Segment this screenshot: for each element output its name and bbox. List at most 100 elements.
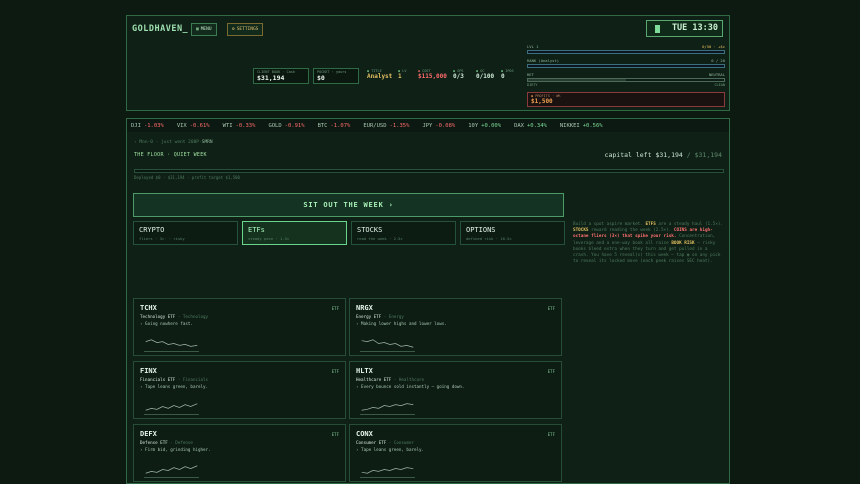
gps-stat: ◆ GPS 0/3 — [453, 69, 464, 80]
cost-value: $115,000 — [418, 73, 447, 80]
ticker-change: +0.00% — [481, 123, 502, 129]
tab-crypto[interactable]: CRYPTO fliers · 3×· · risky — [133, 221, 238, 245]
ipo-value: 0 — [501, 73, 505, 80]
ticker-item: BTC -1.07% — [318, 123, 351, 129]
sparkline — [360, 403, 415, 415]
card-description: › Making lower highs and lower lows. — [356, 321, 447, 326]
reputation-low-label: DIRTY — [527, 83, 538, 87]
tab-options[interactable]: OPTIONS defined risk · 10.5× — [460, 221, 565, 245]
profit-panel: ◆ PROFITS · WK $1,500 — [527, 92, 725, 107]
card-description: › Tape leans green, barely. — [140, 384, 209, 389]
card-name: Energy ETF · Energy — [356, 314, 404, 319]
market-ticker: DJI -1.03% VIX -0.61% WTI -0.33% GOLD -0.91% BTC… — [126, 118, 730, 132]
title-stat: ◆ TITLE Analyst — [367, 69, 392, 80]
card-ticker: DEFX — [140, 430, 157, 438]
asset-card-hltx[interactable]: HLTX ETF Healthcare ETF · Healthcare › E… — [349, 361, 562, 419]
menu-button[interactable]: ▦ MENU — [191, 23, 217, 36]
tab-title: STOCKS — [357, 226, 383, 234]
reputation-meter-label: RET — [527, 72, 534, 77]
pocket-stat: POCKET · yours $0 — [313, 68, 359, 84]
deployed-summary: Deployed $0 · $31,194 · profit target $1… — [134, 175, 240, 180]
page-title: THE FLOOR · QUIET WEEK — [134, 152, 207, 158]
card-ticker: TCHX — [140, 304, 157, 312]
ticker-symbol: 10Y — [468, 123, 479, 129]
clock-icon — [655, 25, 660, 33]
ticker-symbol: EUR/USD — [363, 123, 387, 129]
asset-card-conx[interactable]: CONX ETF Consumer ETF · Consumer › Tape … — [349, 424, 562, 482]
card-description: › Firm bid, grinding higher. — [140, 447, 211, 452]
card-name: Healthcare ETF · Healthcare — [356, 377, 425, 382]
level-meter-value: 0/50 · +$c — [702, 44, 725, 49]
level-stat: ◆ LV 1 — [398, 69, 406, 80]
ticker-change: +0.34% — [527, 123, 547, 129]
sit-out-button[interactable]: SIT OUT THE WEEK › — [133, 193, 564, 217]
ticker-symbol: NIKKEI — [559, 123, 580, 129]
cash-stat: CLIENT BOOK · Cash $31,194 — [253, 68, 309, 84]
card-kind: ETF — [547, 369, 555, 374]
level-meter: LVL 1 0/50 · +$c — [527, 44, 725, 54]
card-name: Financials ETF · Financials — [140, 377, 209, 382]
tab-title: OPTIONS — [466, 226, 496, 234]
rank-meter-value: 0 / 20 — [711, 58, 725, 63]
card-name: Defense ETF · Defense — [140, 440, 193, 445]
capital-label: capital left — [604, 151, 652, 159]
asset-card-nrgx[interactable]: NRGX ETF Energy ETF · Energy › Making lo… — [349, 298, 562, 356]
gps-value: 0/3 — [453, 73, 464, 80]
asset-card-defx[interactable]: DEFX ETF Defense ETF · Defense › Firm bi… — [133, 424, 346, 482]
reputation-meter: RET NEUTRAL DIRTY CLEAN — [527, 72, 725, 87]
ticker-symbol: WTI — [222, 123, 233, 129]
card-name: Technology ETF · Technology — [140, 314, 209, 319]
ticker-item: WTI -0.33% — [223, 123, 256, 129]
profit-value: $1,500 — [531, 98, 553, 105]
card-ticker: FINX — [140, 367, 157, 375]
clock-display: TUE 13:30 — [646, 20, 723, 37]
capital-total: / $31,194 — [686, 151, 722, 159]
rank-meter: RANK (Analyst) 0 / 20 — [527, 58, 725, 68]
card-kind: ETF — [331, 306, 339, 311]
tab-title: ETFs — [248, 226, 265, 234]
card-kind: ETF — [547, 306, 555, 311]
capital-value: $31,194 — [655, 151, 683, 159]
ticker-item: VIX -0.61% — [177, 123, 210, 129]
ticker-item: GOLD -0.91% — [268, 123, 304, 129]
asset-card-tchx[interactable]: TCHX ETF Technology ETF · Technology › G… — [133, 298, 346, 356]
level-value: 1 — [398, 73, 402, 80]
ticker-strip: DJI -1.03% VIX -0.61% WTI -0.33% GOLD -0.91% BTC… — [131, 123, 616, 129]
breadcrumb-link[interactable]: SMRN — [202, 140, 213, 145]
tab-stocks[interactable]: STOCKS read the week · 2.5× — [351, 221, 456, 245]
sparkline — [144, 465, 199, 478]
title-value: Analyst — [367, 73, 393, 80]
reputation-meter-fill — [528, 79, 626, 81]
reputation-meter-bar — [527, 78, 725, 82]
ticker-item: DAX +0.34% — [514, 123, 547, 129]
ticker-symbol: JPY — [422, 123, 433, 129]
ticker-symbol: DAX — [514, 123, 524, 129]
ticker-change: +0.56% — [582, 123, 603, 129]
asset-card-finx[interactable]: FINX ETF Financials ETF · Financials › T… — [133, 361, 346, 419]
ticker-symbol: GOLD — [268, 123, 282, 129]
help-text: Build a spot aspire market. ETFS are a s… — [573, 222, 724, 265]
deploy-progress-bar — [134, 169, 724, 173]
clock-value: TUE 13:30 — [671, 23, 718, 33]
tab-etfs[interactable]: ETFs steady pace · 1.5× — [242, 221, 347, 245]
ticker-item: DJI -1.03% — [131, 123, 164, 129]
ticker-symbol: DJI — [131, 123, 141, 129]
menu-label: MENU — [200, 27, 212, 32]
cost-stat: ◆ COST $115,000 — [418, 69, 447, 80]
sparkline — [144, 339, 199, 352]
ticker-symbol: VIX — [176, 123, 187, 129]
ticker-item: JPY -0.08% — [422, 123, 455, 129]
level-meter-bar — [527, 50, 725, 54]
card-ticker: CONX — [356, 430, 373, 438]
card-description: › Going nowhere fast. — [140, 321, 193, 326]
tab-subtitle: steady pace · 1.5× — [248, 236, 290, 241]
ticker-change: -1.35% — [389, 123, 410, 129]
settings-label: SETTINGS — [236, 27, 259, 32]
settings-button[interactable]: ⚙ SETTINGS — [227, 23, 264, 36]
ticker-change: -0.61% — [189, 123, 210, 129]
main-panel: ‹ Mon·0 · just went 200P·SMRN THE FLOOR … — [126, 132, 730, 484]
level-meter-label: LVL 1 — [527, 44, 539, 49]
sparkline — [360, 467, 415, 478]
reputation-meter-value: NEUTRAL — [708, 72, 725, 77]
brand-logo: GOLDHAVEN_ — [132, 24, 189, 34]
